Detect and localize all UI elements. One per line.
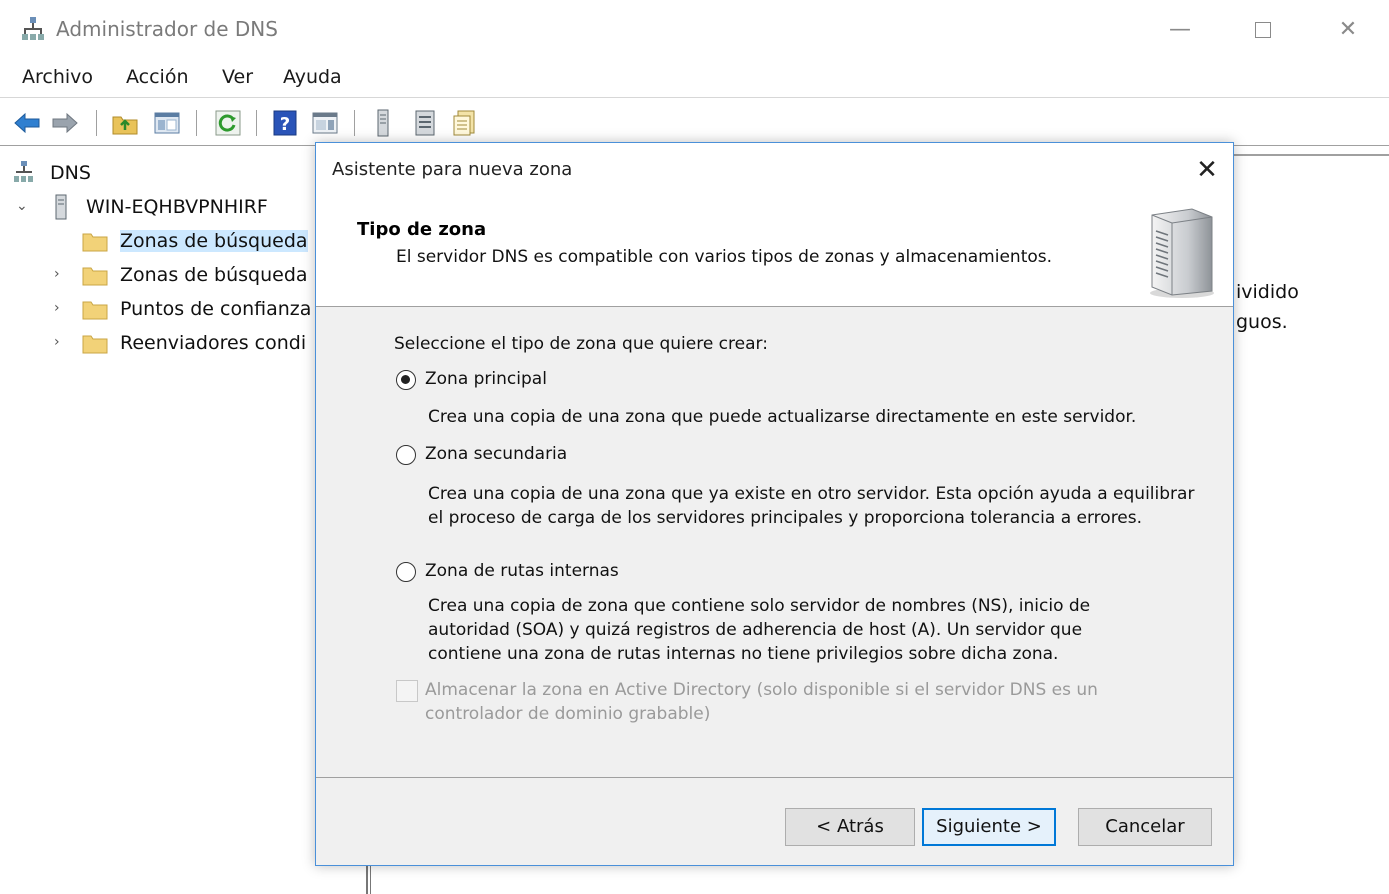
secondary-zone-description: Crea una copia de una zona que ya existe… [428,484,1195,528]
chevron-down-icon[interactable]: ⌄ [16,198,30,214]
dns-manager-icon [22,17,44,40]
minimize-button[interactable]: — [1160,12,1200,48]
toolbar-separator [96,110,97,136]
store-in-ad-label: Almacenar la zona en Active Directory (s… [425,680,1098,724]
radio-primary-zone-label[interactable]: Zona principal [425,369,547,389]
tree-item-trust-points[interactable]: › Puntos de confianza [52,294,320,326]
next-button[interactable]: Siguiente > [922,808,1056,846]
folder-icon [82,267,108,286]
dialog-title: Asistente para nueva zona [332,159,573,180]
radio-secondary-zone[interactable]: Zona secundaria [396,443,696,469]
zone-type-prompt: Seleccione el tipo de zona que quiere cr… [394,334,768,354]
toolbar: ? [0,100,1389,146]
radio-primary-zone[interactable]: Zona principal [396,368,696,394]
radio-stub-zone[interactable]: Zona de rutas internas [396,560,696,586]
right-pane-divider [1232,154,1389,157]
tree-server-label: WIN-EQHBVPNHIRF [86,196,268,218]
up-folder-icon[interactable] [110,108,140,138]
properties-icon[interactable] [450,108,480,138]
tree-item-conditional-forwarders[interactable]: › Reenviadores condi [52,328,320,360]
tree-item-label: Reenviadores condi [120,332,307,354]
console-tree: DNS ⌄ WIN-EQHBVPNHIRF Zonas de búsqueda … [0,150,320,894]
folder-icon [82,233,108,252]
radio-stub-zone-label[interactable]: Zona de rutas internas [425,561,619,581]
stub-zone-description: Crea una copia de zona que contiene solo… [428,596,1091,664]
radio-button-checked[interactable] [396,370,416,390]
main-titlebar: Administrador de DNS — ✕ [0,0,1389,58]
tree-item-forward-zones[interactable]: Zonas de búsqueda [60,226,320,258]
new-zone-wizard-dialog: Asistente para nueva zona ✕ Tipo de zona… [315,142,1234,866]
right-pane-text-1: ividido [1236,281,1299,303]
tree-item-label: Puntos de confianza [120,298,312,320]
folder-icon [82,335,108,354]
menu-bar: Archivo Acción Ver Ayuda [0,58,1389,98]
menu-ayuda[interactable]: Ayuda [283,66,342,88]
server-icon [55,194,67,220]
folder-icon [82,301,108,320]
list-icon[interactable] [410,108,440,138]
radio-button[interactable] [396,562,416,582]
chevron-right-icon[interactable]: › [54,300,68,316]
window-title: Administrador de DNS [56,17,278,41]
help-icon[interactable]: ? [270,108,300,138]
show-tree-icon[interactable] [152,108,182,138]
dialog-close-button[interactable]: ✕ [1190,153,1224,187]
close-window-button[interactable]: ✕ [1328,12,1368,48]
maximize-icon [1255,22,1271,38]
tree-root-label: DNS [50,162,91,184]
menu-accion[interactable]: Acción [126,66,189,88]
tree-item-label: Zonas de búsqueda [120,230,308,252]
chevron-right-icon[interactable]: › [54,266,68,282]
refresh-icon[interactable] [213,108,243,138]
menu-archivo[interactable]: Archivo [22,66,93,88]
tree-item-reverse-zones[interactable]: › Zonas de búsqueda [52,260,320,292]
chevron-right-icon[interactable]: › [54,334,68,350]
wizard-footer: < Atrás Siguiente > Cancelar [316,777,1233,867]
radio-button[interactable] [396,445,416,465]
tree-server-node[interactable]: ⌄ WIN-EQHBVPNHIRF [14,192,314,224]
store-in-ad-checkbox [396,680,418,702]
right-pane-text-2: guos. [1236,311,1288,333]
server-icon[interactable] [368,108,398,138]
dialog-titlebar: Asistente para nueva zona ✕ [316,143,1233,195]
primary-zone-description: Crea una copia de una zona que puede act… [428,407,1137,427]
wizard-step-subtitle: El servidor DNS es compatible con varios… [396,247,1053,267]
tree-root-dns[interactable]: DNS [14,158,314,190]
server-tower-icon [1150,208,1214,298]
wizard-header: Tipo de zona El servidor DNS es compatib… [316,195,1233,307]
back-arrow-icon[interactable] [12,108,42,138]
maximize-button[interactable] [1243,12,1283,48]
dns-root-icon [14,161,33,182]
forward-arrow-icon[interactable] [50,108,80,138]
toolbar-separator [354,110,355,136]
toolbar-separator [256,110,257,136]
toolbar-separator [196,110,197,136]
view-icon[interactable] [310,108,340,138]
wizard-body: Seleccione el tipo de zona que quiere cr… [316,308,1233,778]
tree-item-label: Zonas de búsqueda [120,264,308,286]
back-button[interactable]: < Atrás [785,808,915,846]
radio-secondary-zone-label[interactable]: Zona secundaria [425,444,567,464]
cancel-button[interactable]: Cancelar [1078,808,1212,846]
menu-ver[interactable]: Ver [222,66,253,88]
svg-text:?: ? [280,114,290,135]
wizard-step-title: Tipo de zona [357,219,487,240]
